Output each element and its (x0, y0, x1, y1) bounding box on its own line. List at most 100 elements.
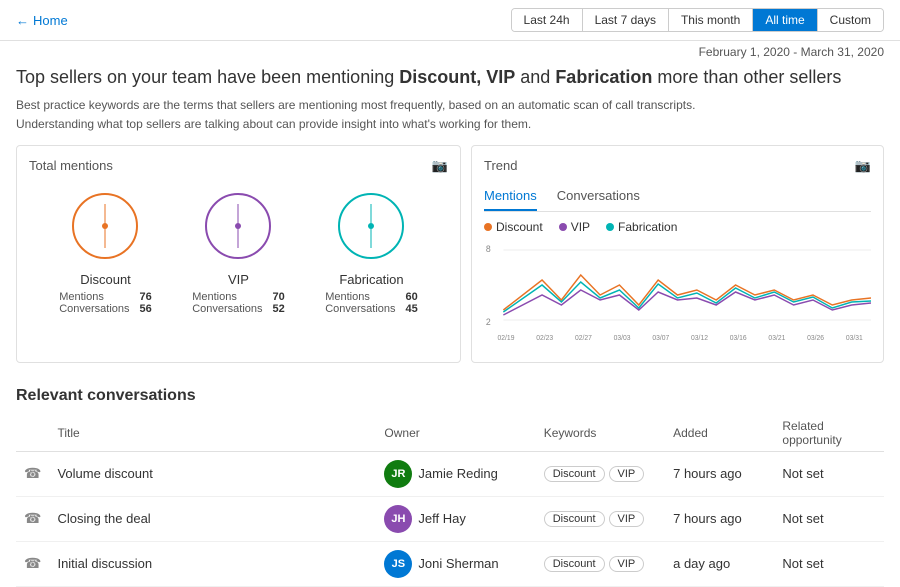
time-btn-thismonth[interactable]: This month (669, 9, 753, 31)
legend-label-fabrication: Fabrication (618, 220, 677, 234)
legend-dot-discount (484, 223, 492, 231)
phone-icon: ☎ (24, 465, 41, 481)
tab-conversations[interactable]: Conversations (557, 186, 640, 211)
legend-vip: VIP (559, 220, 590, 234)
row-added: 7 hours ago (665, 451, 774, 496)
conversations-table: Title Owner Keywords Added Related oppor… (16, 415, 884, 587)
row-added: 7 hours ago (665, 496, 774, 541)
col-keywords-header: Keywords (536, 415, 665, 452)
circle-vip: VIP Mentions70 Conversations52 (192, 186, 285, 315)
owner-name: Jamie Reding (418, 466, 498, 481)
relevant-title: Relevant conversations (16, 387, 884, 405)
discount-label: Discount (80, 272, 131, 287)
headline-keyword1: Discount, (399, 67, 481, 87)
row-owner: JR Jamie Reding (376, 451, 535, 496)
legend-discount: Discount (484, 220, 543, 234)
table-row[interactable]: ☎ Volume discount JR Jamie Reding Discou… (16, 451, 884, 496)
svg-text:2: 2 (486, 316, 491, 326)
trend-title: Trend 📷 (484, 158, 871, 174)
avatar: JR (384, 460, 412, 488)
fabrication-circle-svg (331, 186, 411, 266)
total-mentions-panel: Total mentions 📷 Discount Mentions76 Con… (16, 145, 461, 363)
discount-circle-svg (65, 186, 145, 266)
trend-chart-svg: 8 2 02/19 02/23 02/27 03/03 03/07 03/12 … (484, 240, 871, 350)
vip-stats: Mentions70 Conversations52 (192, 291, 285, 315)
row-keywords: DiscountVIP (536, 451, 665, 496)
svg-text:03/03: 03/03 (614, 334, 631, 341)
back-arrow-icon: ← (16, 13, 29, 28)
svg-text:03/07: 03/07 (652, 334, 669, 341)
legend-dot-fabrication (606, 223, 614, 231)
phone-icon: ☎ (24, 555, 41, 571)
home-link[interactable]: ← Home (16, 13, 68, 28)
time-btn-last24h[interactable]: Last 24h (512, 9, 583, 31)
date-range: February 1, 2020 - March 31, 2020 (0, 41, 900, 61)
avatar: JS (384, 550, 412, 578)
row-title: Volume discount (49, 451, 376, 496)
table-row[interactable]: ☎ Closing the deal JH Jeff Hay DiscountV… (16, 496, 884, 541)
subtext-line2: Understanding what top sellers are talki… (16, 115, 884, 134)
avatar: JH (384, 505, 412, 533)
trend-chart: 8 2 02/19 02/23 02/27 03/03 03/07 03/12 … (484, 240, 871, 350)
row-keywords: DiscountVIP (536, 541, 665, 586)
row-opportunity: Not set (774, 451, 884, 496)
keyword-badge: Discount (544, 511, 605, 527)
keyword-badge: VIP (609, 556, 645, 572)
svg-text:02/23: 02/23 (536, 334, 553, 341)
svg-text:02/19: 02/19 (498, 334, 515, 341)
svg-text:03/16: 03/16 (730, 334, 747, 341)
col-title-header: Title (49, 415, 376, 452)
svg-text:03/31: 03/31 (846, 334, 863, 341)
headline: Top sellers on your team have been menti… (0, 61, 900, 96)
legend-label-discount: Discount (496, 220, 543, 234)
relevant-conversations: Relevant conversations Title Owner Keywo… (0, 379, 900, 587)
row-added: a day ago (665, 541, 774, 586)
table-row[interactable]: ☎ Initial discussion JS Joni Sherman Dis… (16, 541, 884, 586)
circles-row: Discount Mentions76 Conversations56 VIP … (29, 186, 448, 323)
legend-fabrication: Fabrication (606, 220, 677, 234)
keyword-badge: VIP (609, 466, 645, 482)
total-mentions-title: Total mentions 📷 (29, 158, 448, 174)
keyword-badge: VIP (609, 511, 645, 527)
panels: Total mentions 📷 Discount Mentions76 Con… (0, 145, 900, 379)
col-icon-header (16, 415, 49, 452)
row-title: Initial discussion (49, 541, 376, 586)
headline-suffix: more than other sellers (652, 67, 841, 87)
keyword-badge: Discount (544, 556, 605, 572)
phone-icon: ☎ (24, 510, 41, 526)
vip-label: VIP (228, 272, 249, 287)
col-owner-header: Owner (376, 415, 535, 452)
trend-tabs: Mentions Conversations (484, 186, 871, 212)
time-btn-custom[interactable]: Custom (818, 9, 883, 31)
row-owner: JH Jeff Hay (376, 496, 535, 541)
circle-discount: Discount Mentions76 Conversations56 (59, 186, 152, 315)
owner-name: Joni Sherman (418, 556, 498, 571)
fabrication-stats: Mentions60 Conversations45 (325, 291, 418, 315)
share-icon[interactable]: 📷 (432, 158, 448, 174)
svg-text:03/12: 03/12 (691, 334, 708, 341)
subtext: Best practice keywords are the terms tha… (0, 96, 900, 144)
circle-fabrication: Fabrication Mentions60 Conversations45 (325, 186, 418, 315)
keyword-badge: Discount (544, 466, 605, 482)
svg-text:02/27: 02/27 (575, 334, 592, 341)
owner-name: Jeff Hay (418, 511, 465, 526)
headline-prefix: Top sellers on your team have been menti… (16, 67, 399, 87)
home-label: Home (33, 13, 68, 28)
tab-mentions[interactable]: Mentions (484, 186, 537, 211)
time-filter-group: Last 24h Last 7 days This month All time… (511, 8, 884, 32)
svg-text:03/21: 03/21 (768, 334, 785, 341)
row-opportunity: Not set (774, 541, 884, 586)
header: ← Home Last 24h Last 7 days This month A… (0, 0, 900, 41)
trend-panel: Trend 📷 Mentions Conversations Discount … (471, 145, 884, 363)
time-btn-alltime[interactable]: All time (753, 9, 817, 31)
vip-circle-svg (198, 186, 278, 266)
svg-text:8: 8 (486, 243, 491, 253)
time-btn-last7days[interactable]: Last 7 days (583, 9, 669, 31)
subtext-line1: Best practice keywords are the terms tha… (16, 96, 884, 115)
row-owner: JS Joni Sherman (376, 541, 535, 586)
row-title: Closing the deal (49, 496, 376, 541)
legend-dot-vip (559, 223, 567, 231)
discount-stats: Mentions76 Conversations56 (59, 291, 152, 315)
trend-share-icon[interactable]: 📷 (855, 158, 871, 174)
headline-keyword2: Fabrication (555, 67, 652, 87)
